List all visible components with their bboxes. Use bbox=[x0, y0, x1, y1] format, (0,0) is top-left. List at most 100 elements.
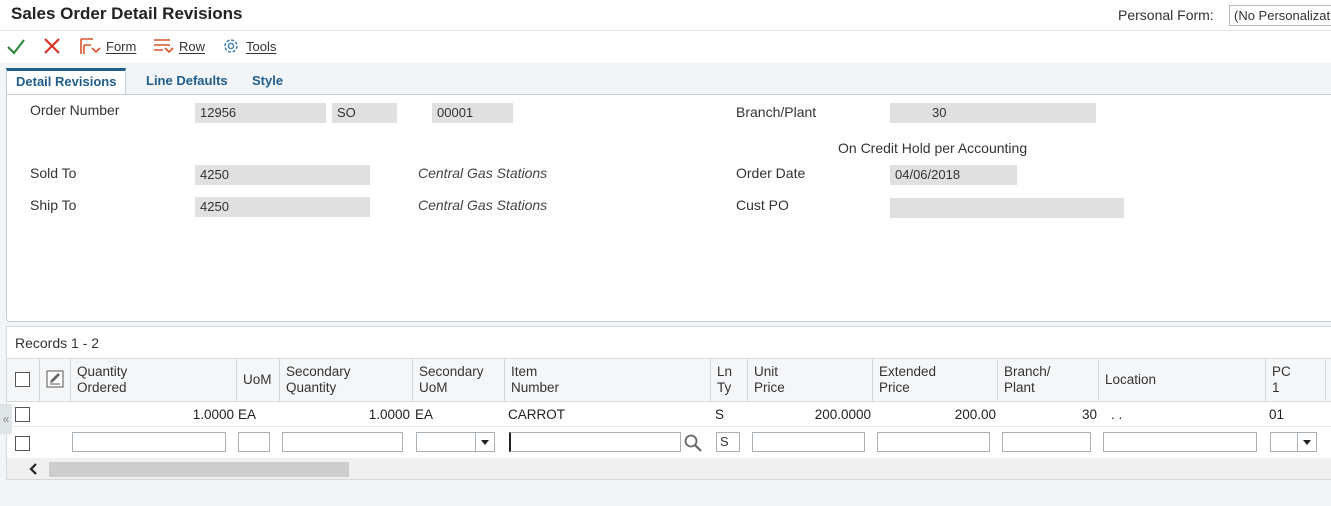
order-type-field: SO bbox=[332, 103, 397, 123]
col-label-line1: UoM bbox=[243, 372, 272, 387]
cancel-button[interactable] bbox=[42, 31, 62, 61]
row-menu-label: Row bbox=[179, 38, 206, 54]
select-all-checkbox[interactable] bbox=[15, 372, 30, 387]
tab-style[interactable]: Style bbox=[252, 68, 283, 95]
row-select-checkbox[interactable] bbox=[15, 407, 30, 422]
new-branch-plant-input[interactable] bbox=[1002, 432, 1091, 452]
col-label-line2: Price bbox=[879, 380, 910, 395]
personal-form-label: Personal Form: bbox=[1118, 7, 1214, 23]
col-label-line1: Secondary bbox=[419, 364, 484, 379]
tab-detail-revisions[interactable]: Detail Revisions bbox=[6, 68, 127, 95]
order-number-field: 12956 bbox=[195, 103, 326, 123]
new-unit-price-input[interactable] bbox=[752, 432, 865, 452]
new-pc1-select[interactable] bbox=[1270, 432, 1299, 452]
chevron-left-icon[interactable] bbox=[27, 462, 41, 476]
tab-line-defaults[interactable]: Line Defaults bbox=[146, 68, 228, 95]
detail-grid: Records 1 - 2 Quantity Ordered UoM Second… bbox=[6, 326, 1331, 480]
new-secondary-quantity-input[interactable] bbox=[282, 432, 403, 452]
col-pc1[interactable]: PC 1 bbox=[1266, 359, 1326, 402]
cell-location: . . bbox=[1111, 407, 1123, 422]
check-icon bbox=[7, 39, 25, 55]
ship-to-name: Central Gas Stations bbox=[418, 197, 548, 213]
gear-icon bbox=[224, 39, 238, 53]
cell-pc1: 01 bbox=[1269, 407, 1285, 422]
col-location[interactable]: Location bbox=[1099, 359, 1266, 402]
header-select-cell bbox=[7, 359, 40, 402]
row-icon bbox=[154, 39, 174, 54]
col-secondary-quantity[interactable]: Secondary Quantity bbox=[280, 359, 413, 402]
edit-icon[interactable] bbox=[46, 370, 64, 388]
col-label-line2: 1 bbox=[1272, 380, 1280, 395]
col-extended-price[interactable]: Extended Price bbox=[873, 359, 998, 402]
form-menu-button[interactable]: Form bbox=[79, 31, 136, 61]
tools-menu-button[interactable]: Tools bbox=[221, 31, 276, 61]
new-row-checkbox[interactable] bbox=[15, 436, 30, 451]
col-ln-ty[interactable]: Ln Ty bbox=[711, 359, 748, 402]
form-icon bbox=[80, 38, 101, 54]
col-label-line1: Extended bbox=[879, 364, 937, 379]
records-count: Records 1 - 2 bbox=[15, 335, 100, 351]
sold-to-label: Sold To bbox=[30, 165, 77, 181]
col-label-line2: Plant bbox=[1004, 380, 1035, 395]
tools-menu-label: Tools bbox=[246, 38, 277, 54]
collapse-panel-handle[interactable]: « bbox=[0, 404, 12, 434]
pc1-dropdown-button[interactable] bbox=[1297, 432, 1317, 452]
col-label-line2: Price bbox=[754, 380, 785, 395]
new-item-number-input[interactable] bbox=[509, 432, 681, 452]
form-menu-label: Form bbox=[106, 38, 137, 54]
col-item-number[interactable]: Item Number bbox=[505, 359, 711, 402]
col-unit-price[interactable]: Unit Price bbox=[748, 359, 873, 402]
col-label-line1: PC bbox=[1272, 364, 1291, 379]
new-quantity-ordered-input[interactable] bbox=[72, 432, 226, 452]
col-label-line2: Ordered bbox=[77, 380, 127, 395]
col-branch-plant[interactable]: Branch/Plant bbox=[998, 359, 1099, 402]
cell-item-number: CARROT bbox=[508, 407, 565, 422]
new-location-input[interactable] bbox=[1103, 432, 1257, 452]
cell-quantity-ordered: 1.0000 bbox=[192, 407, 234, 422]
cell-secondary-uom: EA bbox=[415, 407, 434, 422]
new-entry-row: S bbox=[7, 429, 1331, 457]
order-number-label: Order Number bbox=[30, 102, 120, 118]
cell-branch-plant: 30 bbox=[1081, 407, 1097, 422]
row-menu-button[interactable]: Row bbox=[152, 31, 205, 61]
ship-to-label: Ship To bbox=[30, 197, 77, 213]
col-label-line2: UoM bbox=[419, 380, 448, 395]
personal-form-select[interactable]: (No Personalization) bbox=[1229, 5, 1331, 26]
table-row[interactable]: 1.0000 EA 1.0000 EA CARROT S 200.0000 20… bbox=[7, 402, 1331, 427]
page-title: Sales Order Detail Revisions bbox=[11, 4, 243, 23]
ok-button[interactable] bbox=[6, 31, 26, 61]
cell-ln-ty: S bbox=[715, 407, 725, 422]
new-secondary-uom-select[interactable] bbox=[416, 432, 477, 452]
search-icon[interactable] bbox=[683, 433, 703, 453]
cell-uom: EA bbox=[238, 407, 257, 422]
scrollbar-thumb[interactable] bbox=[49, 462, 349, 477]
new-ln-ty-input[interactable]: S bbox=[716, 432, 740, 452]
new-extended-price-input[interactable] bbox=[877, 432, 990, 452]
col-label-line1: Item bbox=[511, 364, 538, 379]
cust-po-label: Cust PO bbox=[736, 197, 789, 213]
cust-po-field bbox=[890, 198, 1124, 218]
branch-plant-label: Branch/Plant bbox=[736, 104, 817, 120]
new-uom-input[interactable] bbox=[238, 432, 270, 452]
col-quantity-ordered[interactable]: Quantity Ordered bbox=[71, 359, 237, 402]
branch-plant-field: 30 bbox=[890, 103, 1096, 123]
col-label-line1: Location bbox=[1105, 372, 1157, 387]
header-form-panel: Order Number 12956 SO 00001 Branch/Plant… bbox=[6, 94, 1331, 322]
sold-to-name: Central Gas Stations bbox=[418, 165, 548, 181]
close-icon bbox=[44, 38, 60, 54]
cell-extended-price: 200.00 bbox=[954, 407, 996, 422]
col-uom[interactable]: UoM bbox=[237, 359, 280, 402]
order-date-field: 04/06/2018 bbox=[890, 165, 1017, 185]
col-label-line2: Quantity bbox=[286, 380, 337, 395]
horizontal-scrollbar[interactable] bbox=[7, 458, 1331, 479]
order-date-label: Order Date bbox=[736, 165, 806, 181]
secondary-uom-dropdown-button[interactable] bbox=[475, 432, 495, 452]
col-label-line1: Quantity bbox=[77, 364, 128, 379]
col-label-line1: Unit bbox=[754, 364, 779, 379]
col-secondary-uom[interactable]: Secondary UoM bbox=[413, 359, 505, 402]
order-company-field: 00001 bbox=[432, 103, 513, 123]
cell-unit-price: 200.0000 bbox=[814, 407, 871, 422]
grid-header: Quantity Ordered UoM Secondary Quantity Se… bbox=[7, 358, 1331, 402]
header-edit-cell bbox=[40, 359, 71, 402]
col-label-line1: Secondary bbox=[286, 364, 351, 379]
